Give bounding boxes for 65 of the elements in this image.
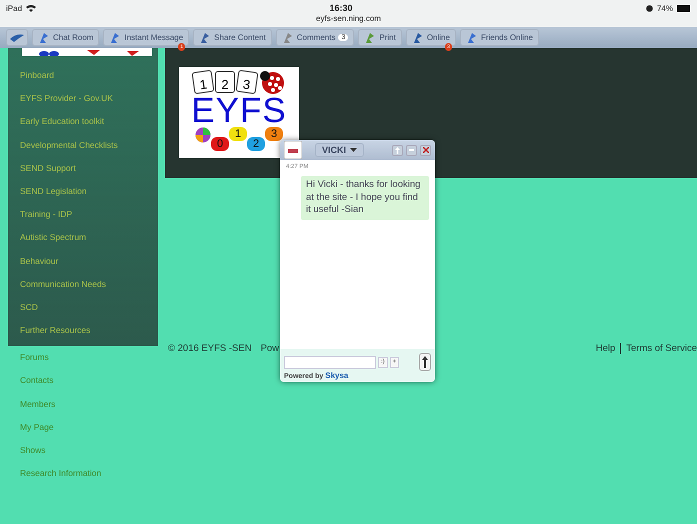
sidebar-link[interactable]: Members <box>8 392 158 416</box>
sidebar-link[interactable]: Contacts <box>8 369 158 393</box>
chat-message: Hi Vicki - thanks for looking at the site - I hope you find it useful -Sian <box>301 176 429 220</box>
url-text: eyfs-sen.ning.com <box>315 14 382 23</box>
minimize-button[interactable] <box>406 144 417 156</box>
close-button[interactable] <box>420 144 431 156</box>
arrow-up-icon <box>422 356 428 368</box>
footer-link[interactable]: Terms of Service <box>620 342 697 354</box>
tool-icon <box>282 32 294 44</box>
send-button[interactable] <box>419 353 431 371</box>
sidebar-link[interactable]: Further Resources <box>8 319 158 342</box>
sidebar-link[interactable]: Pinboard <box>8 64 158 88</box>
tool-icon <box>199 32 212 44</box>
device-name: iPad <box>6 4 22 12</box>
message-input[interactable] <box>284 356 376 368</box>
sidebar-link[interactable]: Forums <box>8 346 158 370</box>
caterpillar-head-icon <box>195 127 211 143</box>
battery-level: 74% <box>656 4 673 12</box>
sidebar-link[interactable]: Behaviour <box>8 250 158 273</box>
sidebar-link[interactable]: EYFS Provider - Gov.UK <box>8 87 158 110</box>
tool-icon <box>38 32 50 44</box>
die-tile: 1 <box>192 70 214 94</box>
logo-title: EYFS <box>191 95 287 127</box>
caterpillar-segment: 2 <box>247 137 265 151</box>
home-button[interactable] <box>6 29 28 46</box>
powered-text: Pow <box>260 342 280 354</box>
wifi-icon <box>26 4 36 12</box>
sidebar-link[interactable]: Shows <box>8 439 158 462</box>
toolbar-button[interactable]: Chat Room <box>32 29 100 46</box>
sidebar-link[interactable]: Autistic Spectrum <box>8 226 158 250</box>
caterpillar-segment: 1 <box>229 127 247 141</box>
sidebar-link[interactable]: Research Information <box>8 462 158 486</box>
toolbar-button[interactable]: Instant Message <box>103 29 190 46</box>
close-icon <box>422 147 428 153</box>
sidebar-link[interactable]: Communication Needs <box>8 272 158 296</box>
toolbar-button[interactable]: Online <box>406 29 456 46</box>
user-dropdown[interactable]: VICKI <box>315 143 364 157</box>
sidebar-link[interactable]: My Page <box>8 416 158 439</box>
popout-button[interactable] <box>392 144 403 156</box>
tool-icon <box>412 32 424 44</box>
minimize-icon <box>409 149 414 151</box>
caret-icon <box>350 148 358 152</box>
clock: 16:30 <box>329 3 353 13</box>
die-tile: 3 <box>236 70 258 94</box>
caterpillar-segment: 0 <box>211 137 229 151</box>
arrow-up-icon <box>395 146 400 154</box>
sidebar-link[interactable]: SEND Legislation <box>8 180 158 204</box>
footer-link[interactable]: Help <box>596 342 616 354</box>
sidebar-link[interactable]: Training - IDP <box>8 203 158 226</box>
tool-icon <box>109 32 122 44</box>
toolbar-button[interactable]: Print <box>358 29 402 46</box>
battery-icon <box>677 4 691 12</box>
sidebar-link[interactable]: Developmental Checklists <box>8 134 158 157</box>
alarm-icon <box>646 4 653 12</box>
die-tile: 2 <box>215 71 235 93</box>
sidebar-link[interactable]: SCD <box>8 296 158 320</box>
sidebar-link[interactable]: SEND Support <box>8 156 158 180</box>
sidebar-link[interactable]: Early Education toolkit <box>8 110 158 134</box>
tool-icon <box>466 32 478 44</box>
toolbar-button[interactable]: Friends Online <box>460 29 539 46</box>
copyright-text: © 2016 EYFS -SEN <box>168 342 252 354</box>
bird-icon <box>10 33 24 42</box>
toolbar-button[interactable]: Share Content <box>193 29 272 46</box>
tool-icon <box>364 32 376 44</box>
caterpillar-segment: 3 <box>265 127 283 141</box>
